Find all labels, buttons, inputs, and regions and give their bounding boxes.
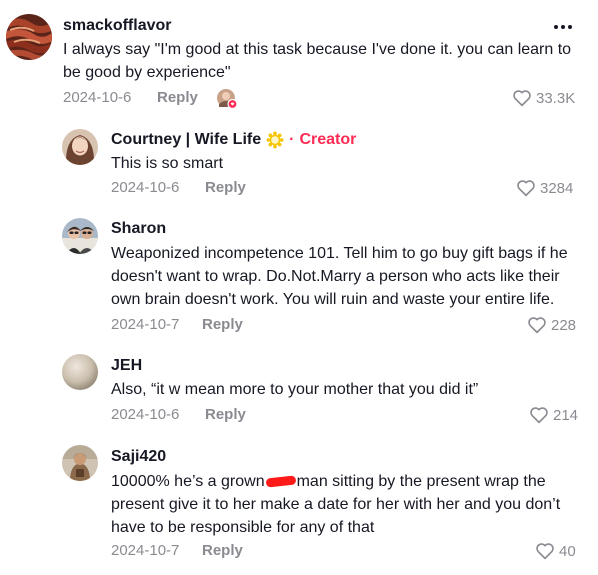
creator-label: Creator	[299, 131, 357, 148]
reply-date: 2024-10-7	[111, 316, 180, 333]
like-button[interactable]: 33.3K	[512, 89, 575, 107]
more-icon[interactable]	[554, 25, 572, 29]
avatar[interactable]	[62, 218, 98, 254]
reply-date: 2024-10-6	[111, 406, 180, 423]
reply-jeh: JEH Also, “it w mean more to your mother…	[0, 350, 598, 440]
heart-icon	[536, 543, 554, 560]
heart-icon	[530, 407, 548, 424]
reply-button[interactable]: Reply	[205, 406, 246, 423]
redaction-mark	[265, 475, 296, 488]
like-count: 214	[553, 406, 579, 424]
like-count: 228	[551, 316, 577, 334]
comment-text: I always say "I'm good at this task beca…	[63, 41, 572, 81]
comment-username[interactable]: smackofflavor	[63, 17, 172, 35]
reply-button[interactable]: Reply	[202, 542, 243, 559]
reply-username[interactable]: Sharon	[111, 220, 166, 238]
like-button[interactable]: 214	[529, 406, 578, 424]
heart-icon	[517, 180, 535, 197]
reply-username[interactable]: JEH	[111, 357, 142, 375]
reply-text-start: 10000% he’s a grown	[111, 473, 265, 490]
heart-icon	[513, 90, 531, 107]
reply-sharon: Sharon Weaponized incompetence 101. Tell…	[0, 210, 598, 350]
avatar[interactable]	[62, 445, 98, 481]
like-count: 33.3K	[536, 89, 576, 107]
creator-liked-avatar	[216, 88, 238, 110]
reply-button[interactable]: Reply	[205, 179, 246, 196]
comment-smackofflavor: smackofflavor I always say "I'm good at …	[0, 0, 598, 120]
like-count: 3284	[540, 179, 574, 197]
avatar[interactable]	[62, 354, 98, 390]
reply-date: 2024-10-7	[111, 542, 180, 559]
reply-saji420: Saji420 10000% he’s a grown man sitting b…	[0, 440, 598, 575]
creator-badge-icon	[266, 131, 284, 149]
like-button[interactable]: 3284	[516, 179, 573, 197]
reply-text: This is so smart	[111, 155, 224, 172]
like-button[interactable]: 40	[535, 542, 576, 560]
reply-courtney: Courtney | Wife Life · Creator This is s…	[0, 120, 598, 210]
reply-text: Also, “it w mean more to your mother tha…	[111, 381, 479, 398]
reply-text: 10000% he’s a grown man sitting by the pr…	[111, 470, 579, 539]
heart-icon	[528, 317, 546, 334]
avatar[interactable]	[6, 14, 52, 60]
like-button[interactable]: 228	[527, 316, 576, 334]
avatar[interactable]	[62, 129, 98, 165]
reply-button[interactable]: Reply	[157, 89, 198, 106]
reply-username-text: Courtney | Wife Life	[111, 131, 262, 148]
separator-dot: ·	[289, 131, 295, 148]
reply-date: 2024-10-6	[111, 179, 180, 196]
like-count: 40	[559, 542, 576, 560]
reply-username[interactable]: Saji420	[111, 448, 166, 466]
comment-date: 2024-10-6	[63, 89, 132, 106]
reply-username[interactable]: Courtney | Wife Life · Creator	[111, 131, 356, 149]
reply-button[interactable]: Reply	[202, 316, 243, 333]
reply-text: Weaponized incompetence 101. Tell him to…	[111, 245, 568, 308]
